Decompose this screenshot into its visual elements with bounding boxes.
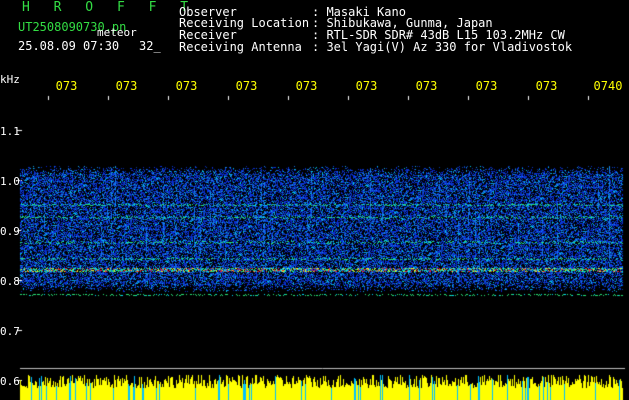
y-tick-label: 0.6 — [0, 375, 20, 388]
y-tick-label: 1.1 — [0, 125, 20, 138]
y-tick-label: 1.0 — [0, 175, 20, 188]
event-tag: meteor — [97, 26, 137, 39]
x-tick-label: 073 — [175, 79, 198, 93]
x-tick-label: 073 — [355, 79, 378, 93]
x-tick-label: 073 — [535, 79, 558, 93]
x-tick-label: 0740 — [593, 79, 623, 93]
hrofft-screen: H R O F F T UT2508090730.pn meteor 25.08… — [0, 0, 629, 400]
y-tick-label: 0.8 — [0, 275, 20, 288]
x-tick-label: 073 — [475, 79, 498, 93]
station-title: H R O F F T — [22, 0, 197, 15]
x-tick-label: 073 — [415, 79, 438, 93]
date-time: 25.08.09 07:30 — [18, 39, 120, 53]
event-count: 32_ — [139, 39, 161, 53]
antenna-label: Receiving Antenna — [179, 40, 302, 54]
x-tick-label: 073 — [55, 79, 78, 93]
spectrogram-canvas — [0, 0, 629, 400]
antenna-value: : 3el Yagi(V) Az 330 for Vladivostok — [312, 40, 573, 54]
y-tick-label: 0.7 — [0, 325, 20, 338]
y-axis-unit: kHz — [0, 73, 20, 86]
x-tick-label: 073 — [295, 79, 318, 93]
x-tick-label: 073 — [235, 79, 258, 93]
x-tick-label: 073 — [115, 79, 138, 93]
y-tick-label: 0.9 — [0, 225, 20, 238]
